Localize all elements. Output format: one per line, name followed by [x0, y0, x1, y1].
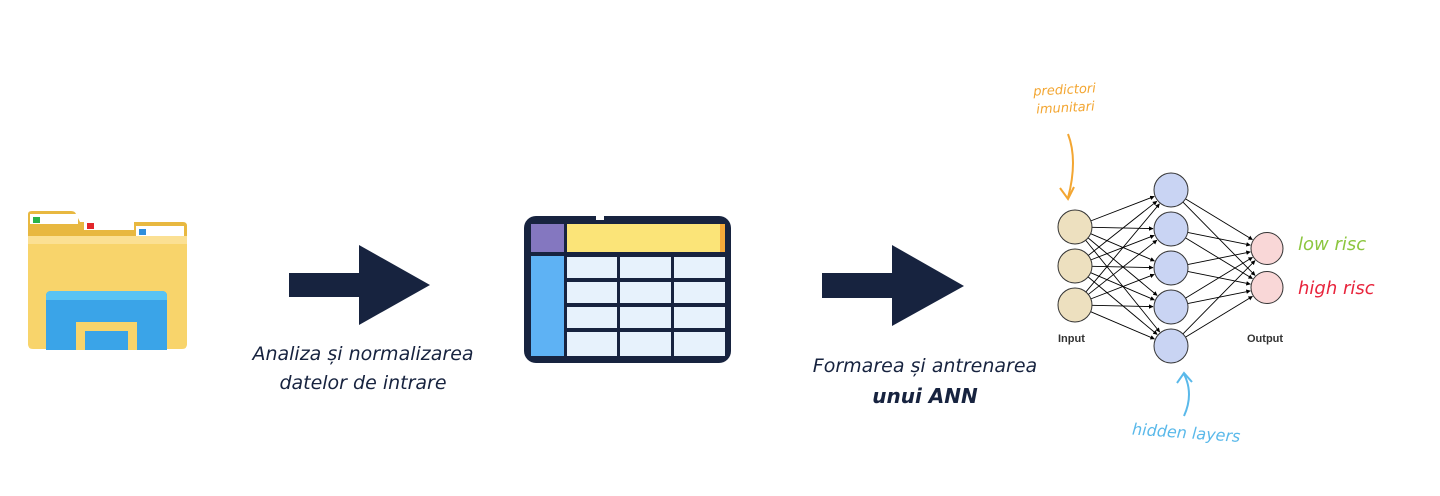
table-icon — [524, 214, 731, 363]
step1-caption: Analiza și normalizarea datelor de intra… — [228, 340, 498, 397]
nn-connection — [1087, 276, 1158, 335]
input-node — [1057, 248, 1093, 284]
nn-connection — [1090, 272, 1155, 301]
nn-connection — [1187, 289, 1251, 305]
nn-connection — [1182, 260, 1256, 335]
nn-connection — [1187, 270, 1251, 286]
nn-connection — [1085, 203, 1160, 293]
nn-connection — [1090, 234, 1155, 261]
high-risk-label: high risc — [1298, 278, 1375, 299]
nn-connection — [1091, 304, 1154, 309]
step2-caption-line1: Formarea și antrenarea — [812, 355, 1038, 377]
output-node — [1250, 271, 1284, 304]
step2-caption-line2: unui ANN — [872, 383, 978, 408]
arrow-right-icon — [289, 245, 430, 325]
low-risk-label: low risc — [1298, 234, 1367, 255]
nn-connection — [1091, 265, 1154, 270]
nn-connection — [1090, 273, 1155, 300]
nn-connection — [1185, 295, 1253, 338]
hidden-layers-pointer-arrow — [1183, 373, 1190, 417]
nn-connection — [1185, 237, 1253, 280]
input-node — [1057, 209, 1093, 245]
nn-connection — [1091, 226, 1154, 231]
folder-icon — [28, 211, 187, 350]
nn-connection — [1085, 239, 1161, 333]
nn-connection — [1187, 250, 1251, 266]
hidden-layers-annotation: hidden layers — [1131, 419, 1242, 447]
nn-connection — [1090, 311, 1155, 340]
predictors-annotation: predictori imunitari — [1009, 79, 1121, 120]
arrow-right-icon — [822, 245, 964, 326]
hidden-node — [1153, 250, 1189, 286]
neural-network-icon — [1057, 133, 1284, 417]
nn-connection — [1090, 195, 1155, 222]
output-node — [1250, 232, 1284, 265]
step2-caption: Formarea și antrenarea unui ANN — [800, 352, 1050, 411]
nn-connection — [1185, 256, 1253, 299]
nn-connection — [1087, 237, 1158, 296]
hidden-node — [1153, 211, 1189, 247]
hidden-node — [1153, 172, 1189, 208]
input-node — [1057, 287, 1093, 323]
input-layer-label: Input — [1058, 333, 1085, 345]
nn-connection — [1185, 198, 1253, 241]
nn-connection — [1187, 231, 1251, 247]
step1-caption-line1: Analiza și normalizarea — [252, 343, 474, 365]
nn-connection — [1182, 201, 1256, 276]
hidden-node — [1153, 289, 1189, 325]
step1-caption-line2: datelor de intrare — [279, 371, 447, 394]
output-layer-label: Output — [1247, 333, 1284, 345]
hidden-node — [1153, 328, 1189, 364]
nn-connection — [1090, 233, 1155, 262]
nn-connection — [1088, 239, 1158, 295]
nn-connection — [1088, 200, 1158, 256]
predictors-pointer-arrow — [1067, 133, 1074, 199]
